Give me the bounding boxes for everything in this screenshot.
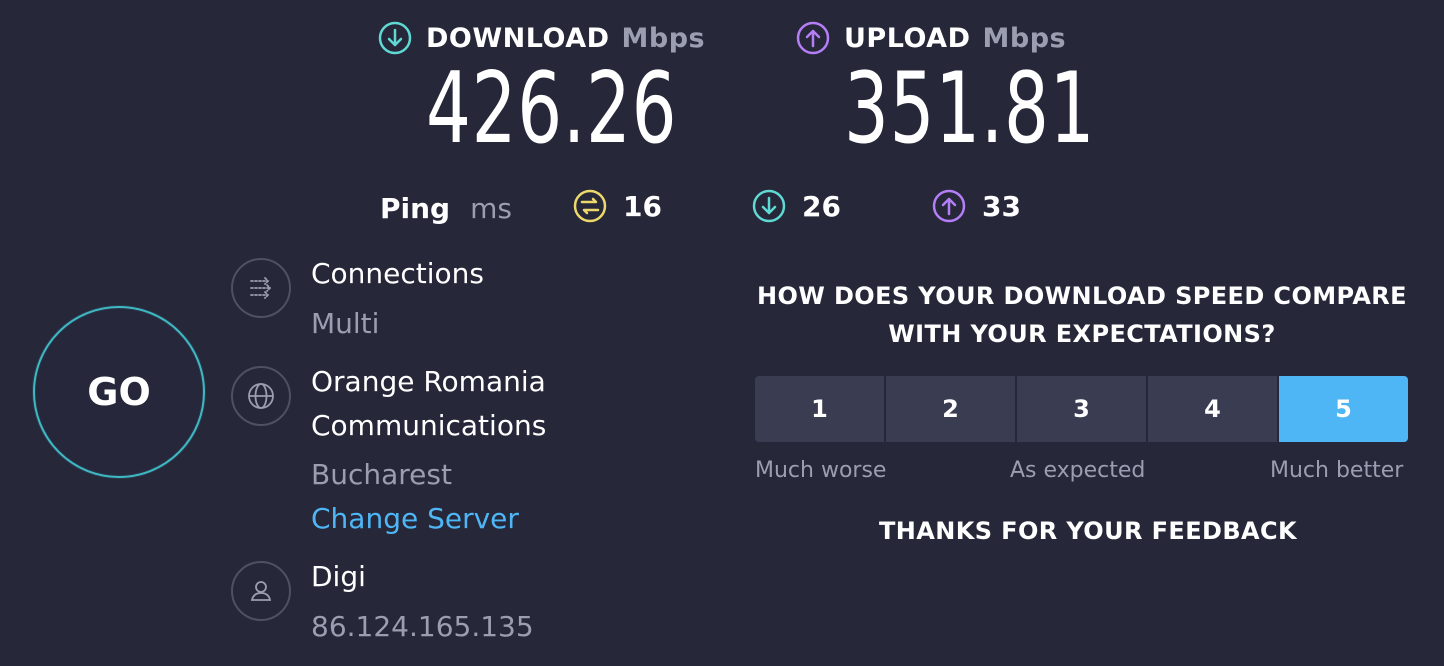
user-icon — [231, 561, 291, 621]
server-name-line2: Communications — [311, 409, 547, 442]
download-value: 426.26 — [426, 52, 678, 166]
upload-value: 351.81 — [844, 52, 1096, 166]
server-name-line1: Orange Romania — [311, 365, 546, 398]
rating-option-5[interactable]: 5 — [1279, 376, 1408, 442]
user-glyph — [250, 581, 272, 601]
ping-download-icon — [752, 189, 786, 223]
ping-unit: ms — [470, 191, 512, 225]
go-button[interactable]: GO — [33, 306, 205, 478]
change-server-link[interactable]: Change Server — [311, 497, 519, 541]
feedback-question-line2: WITH YOUR EXPECTATIONS? — [888, 320, 1276, 348]
ping-row: Ping ms — [380, 188, 512, 228]
feedback-question: HOW DOES YOUR DOWNLOAD SPEED COMPARE WIT… — [732, 277, 1432, 353]
connections-glyph — [250, 277, 272, 299]
ping-label: Ping — [380, 191, 451, 225]
rating-option-3[interactable]: 3 — [1017, 376, 1146, 442]
connections-value[interactable]: Multi — [311, 302, 379, 346]
ping-idle: 16 — [573, 189, 662, 223]
rating-option-2[interactable]: 2 — [886, 376, 1015, 442]
scale-label-high: Much better — [1270, 458, 1404, 483]
arrow-down-circle-icon — [378, 21, 412, 55]
ping-idle-icon — [573, 189, 607, 223]
globe-icon — [231, 366, 291, 426]
scale-label-low: Much worse — [755, 458, 887, 483]
ping-upload-value: 33 — [982, 189, 1021, 223]
connections-icon — [231, 258, 291, 318]
download-unit: Mbps — [621, 22, 706, 54]
provider-name: Digi — [311, 560, 366, 593]
upload-unit: Mbps — [982, 22, 1067, 54]
rating-scale: 1 2 3 4 5 — [755, 376, 1408, 442]
ping-upload-icon — [932, 189, 966, 223]
rating-option-1[interactable]: 1 — [755, 376, 884, 442]
upload-label: UPLOAD — [844, 22, 971, 54]
arrow-up-circle-icon — [796, 21, 830, 55]
rating-option-4[interactable]: 4 — [1148, 376, 1277, 442]
server-location: Bucharest — [311, 458, 452, 491]
ping-download: 26 — [752, 189, 841, 223]
feedback-thanks: THANKS FOR YOUR FEEDBACK — [879, 517, 1298, 545]
scale-label-mid: As expected — [1010, 458, 1146, 483]
globe-glyph — [248, 383, 274, 409]
download-label: DOWNLOAD — [426, 22, 610, 54]
feedback-question-line1: HOW DOES YOUR DOWNLOAD SPEED COMPARE — [757, 282, 1407, 310]
ping-upload: 33 — [932, 189, 1021, 223]
ping-download-value: 26 — [802, 189, 841, 223]
ping-idle-value: 16 — [623, 189, 662, 223]
provider-ip: 86.124.165.135 — [311, 610, 534, 643]
connections-title: Connections — [311, 257, 485, 290]
